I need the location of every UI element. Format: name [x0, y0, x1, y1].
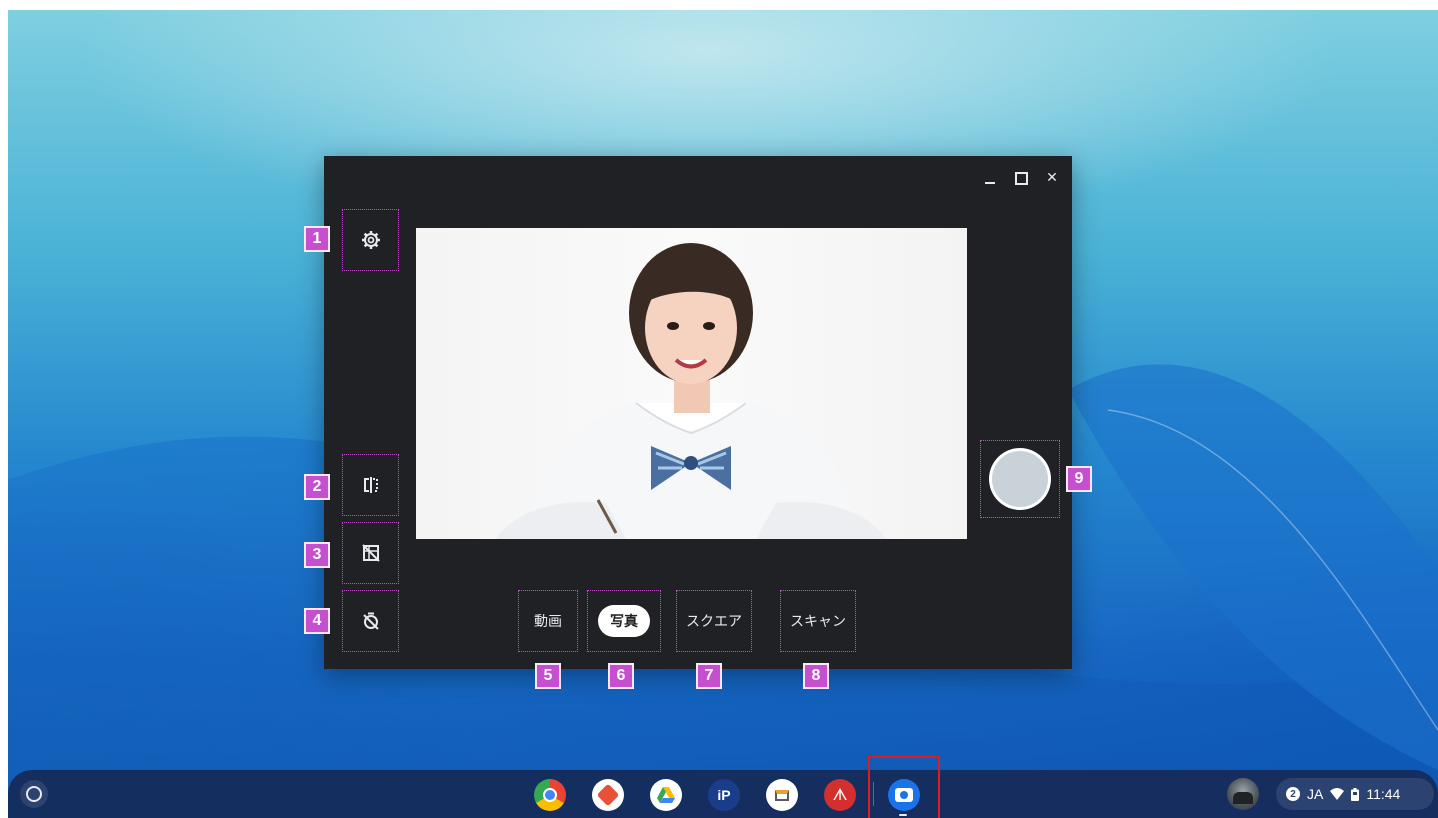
- number-label-1: 1: [304, 226, 330, 252]
- maximize-icon[interactable]: [1007, 164, 1035, 192]
- picsart-icon[interactable]: iP: [708, 779, 740, 811]
- mode-square-label: スクエア: [686, 614, 742, 630]
- camera-app-highlight: [868, 756, 940, 818]
- timer-toggle-button[interactable]: [342, 590, 399, 652]
- app-icon[interactable]: [592, 779, 624, 811]
- shelf: iP ᗑ 2 JA 11:44: [8, 756, 1438, 818]
- google-drive-icon[interactable]: [650, 779, 682, 811]
- mode-scan-label: スキャン: [790, 614, 846, 630]
- avatar[interactable]: [1227, 778, 1259, 810]
- clock: 11:44: [1366, 786, 1401, 802]
- wifi-icon: [1330, 788, 1345, 800]
- number-label-3: 3: [304, 542, 330, 568]
- number-label-4: 4: [304, 608, 330, 634]
- ime-indicator: JA: [1307, 786, 1324, 802]
- close-icon[interactable]: [1038, 164, 1066, 192]
- number-label-9: 9: [1066, 466, 1092, 492]
- mirror-button[interactable]: [342, 454, 399, 516]
- number-label-2: 2: [304, 474, 330, 500]
- number-label-8: 8: [803, 663, 829, 689]
- camera-app-window: 1 2 3 4 動画 5 写真 6 スクエア 7: [304, 156, 1092, 689]
- mode-scan[interactable]: スキャン: [780, 590, 856, 652]
- camera-preview: [416, 228, 967, 539]
- battery-icon: [1351, 787, 1360, 801]
- acrobat-icon[interactable]: ᗑ: [824, 779, 856, 811]
- shutter-button-inner: [992, 451, 1048, 507]
- settings-button[interactable]: [342, 209, 399, 271]
- notification-badge: 2: [1286, 787, 1300, 801]
- mode-photo[interactable]: 写真: [587, 590, 661, 652]
- timer-off-icon: [362, 612, 379, 630]
- chrome-icon[interactable]: [534, 779, 566, 811]
- mode-video[interactable]: 動画: [518, 590, 578, 652]
- shutter-button-area[interactable]: [980, 440, 1060, 518]
- mode-video-label: 動画: [534, 614, 562, 630]
- number-label-7: 7: [696, 663, 722, 689]
- app-icon[interactable]: [766, 779, 798, 811]
- number-label-6: 6: [608, 663, 634, 689]
- launcher-button[interactable]: [20, 780, 48, 808]
- minimize-icon[interactable]: [976, 164, 1004, 192]
- preview-person-image: [496, 243, 886, 539]
- mode-photo-label: 写真: [598, 605, 650, 637]
- status-tray[interactable]: 2 JA 11:44: [1276, 778, 1434, 810]
- number-label-5: 5: [535, 663, 561, 689]
- grid-off-icon: [361, 544, 380, 562]
- running-indicator: [899, 814, 907, 816]
- shutter-button[interactable]: [989, 448, 1051, 510]
- grid-toggle-button[interactable]: [342, 522, 399, 584]
- gear-icon: [361, 231, 380, 249]
- mirror-icon: [363, 477, 378, 493]
- mode-square[interactable]: スクエア: [676, 590, 752, 652]
